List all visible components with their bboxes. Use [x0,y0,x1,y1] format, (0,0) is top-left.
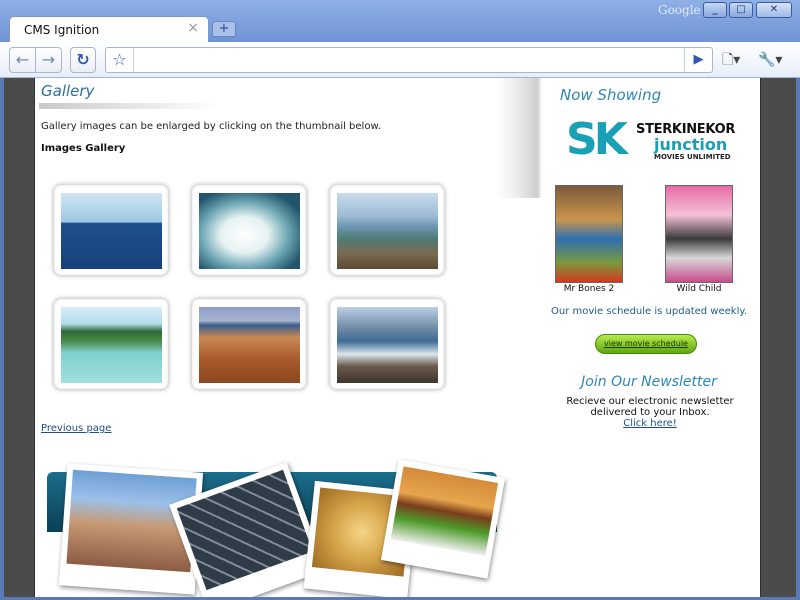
reload-button[interactable]: ↻ [70,47,96,73]
window-titlebar: Google _ □ ✕ CMS Ignition × + [0,0,800,42]
title-underline [39,103,219,109]
logo-mark: SK [566,114,628,165]
banner-photo-burger [380,459,506,579]
sterkinekor-logo[interactable]: SK STERKINEKOR junction MOVIES UNLIMITED [566,114,735,168]
gallery-thumbnail[interactable] [53,184,169,276]
now-showing-heading: Now Showing [560,86,662,104]
page-title: Gallery [41,82,95,100]
tab-close-icon[interactable]: × [187,20,199,36]
reload-icon: ↻ [76,50,90,69]
previous-page-link[interactable]: Previous page [41,423,111,434]
gallery-thumbnail[interactable] [191,298,307,390]
maximize-button[interactable]: □ [729,2,753,18]
gallery-thumbnail[interactable] [191,184,307,276]
movie-title: Mr Bones 2 [563,284,615,294]
back-button[interactable]: ← [9,47,36,73]
page-content: Gallery Gallery images can be enlarged b… [34,78,761,597]
logo-tagline: MOVIES UNLIMITED [654,153,731,161]
newsletter-click-here-link[interactable]: Click here! [550,418,750,429]
close-window-button[interactable]: ✕ [756,2,792,18]
bookmark-star-icon[interactable]: ☆ [106,48,134,72]
wrench-menu-icon[interactable]: 🔧▾ [758,47,782,73]
page-viewport: Gallery Gallery images can be enlarged b… [4,78,796,597]
gallery-banner [47,459,506,597]
column-divider [497,78,542,198]
movie-poster-wild-child[interactable] [665,185,733,283]
gallery-thumbnail[interactable] [53,298,169,390]
tab-title: CMS Ignition [24,23,100,37]
back-arrow-icon: ← [15,50,30,69]
newsletter-text: Recieve our electronic newsletter delive… [566,396,734,418]
browser-brand: Google [658,3,701,17]
gallery-intro: Gallery images can be enlarged by clicki… [41,121,381,132]
newsletter-description: Recieve our electronic newsletter delive… [550,396,750,429]
gallery-thumbnail[interactable] [329,298,445,390]
new-tab-button[interactable]: + [212,21,236,37]
movie-poster-mr-bones-2[interactable] [555,185,623,283]
minimize-button[interactable]: _ [703,2,727,18]
thumbnail-image [61,193,162,269]
forward-arrow-icon: → [41,50,56,69]
page-menu-icon[interactable]: 🗋▾ [722,47,740,73]
gallery-thumbnail[interactable] [329,184,445,276]
logo-junction: junction [654,135,728,154]
view-movie-schedule-button[interactable]: view movie schedule [595,334,697,354]
go-button[interactable]: ▶ [684,48,712,72]
gallery-heading: Images Gallery [41,143,126,154]
browser-toolbar: ← → ↻ ☆ ▶ 🗋▾ 🔧▾ [0,42,800,78]
address-bar[interactable]: ☆ ▶ [105,47,713,73]
thumbnail-image [337,307,438,383]
thumbnail-image [61,307,162,383]
thumbnail-image [199,307,300,383]
forward-button[interactable]: → [35,47,62,73]
tab-cms-ignition[interactable]: CMS Ignition × [9,16,209,42]
movie-title: Wild Child [676,284,722,294]
thumbnail-image [199,193,300,269]
schedule-text: Our movie schedule is updated weekly. [550,306,748,317]
newsletter-heading: Join Our Newsletter [581,374,717,390]
thumbnail-image [337,193,438,269]
